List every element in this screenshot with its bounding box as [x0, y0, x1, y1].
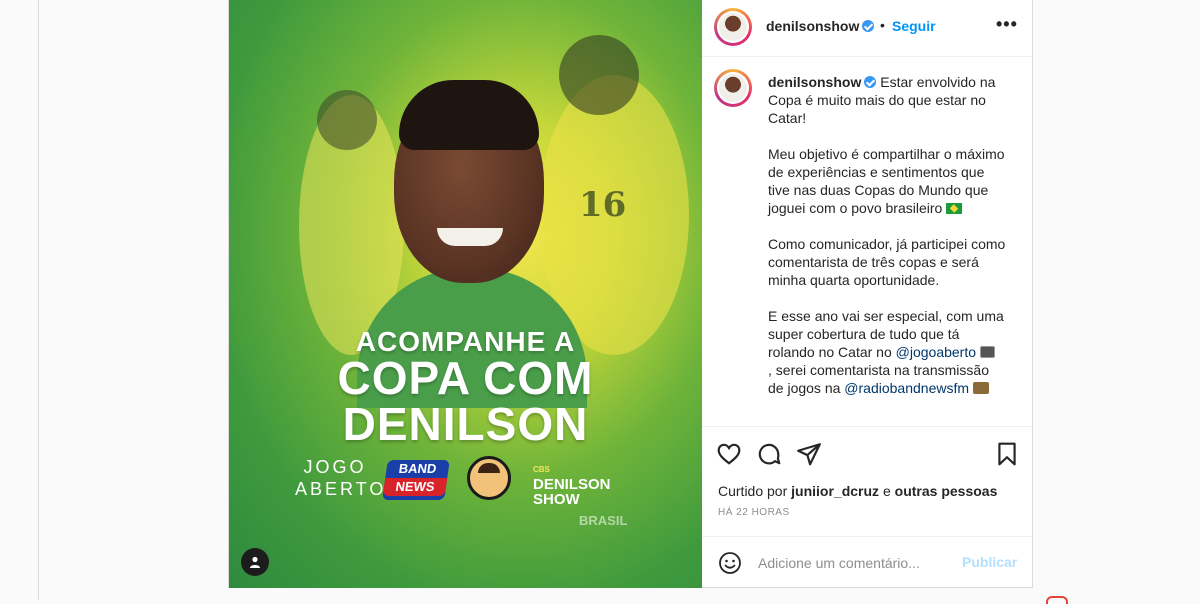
header-username-link[interactable]: denilsonshow [766, 18, 875, 34]
post-side-panel: denilsonshow • Seguir ••• denilsonshow E… [702, 0, 1032, 588]
bandnews-logo: BAND NEWS [382, 460, 450, 500]
radio-icon [972, 382, 989, 394]
jersey-number: 16 [579, 185, 627, 225]
post-image[interactable]: 16 ACOMPANHE A COPA COM DENILSON JOGO AB… [229, 0, 702, 588]
liked-by-others-link[interactable]: outras pessoas [895, 483, 998, 499]
corner-notification-icon[interactable] [1046, 596, 1068, 604]
player-head-right [559, 35, 639, 115]
post-actions: Curtido por juniior_dcruz e outras pesso… [702, 426, 1032, 537]
tagged-users-button[interactable] [241, 548, 269, 576]
denilson-show-logo-small: CBS [533, 465, 550, 474]
mention-radiobandnewsfm[interactable]: @radiobandnewsfm [844, 380, 969, 396]
avatar-image [719, 13, 747, 41]
page-left-border [38, 0, 39, 600]
heart-icon[interactable] [716, 441, 742, 467]
follow-button[interactable]: Seguir [892, 18, 936, 34]
user-icon [250, 556, 260, 568]
liked-by-prefix: Curtido por [718, 483, 792, 499]
comment-input[interactable] [758, 551, 948, 575]
caption-avatar[interactable] [714, 69, 752, 107]
denilson-show-logo-text: DENILSON SHOW [533, 476, 611, 508]
more-options-icon[interactable]: ••• [996, 14, 1018, 35]
publish-button[interactable]: Publicar [962, 554, 1017, 570]
comment-icon[interactable] [756, 441, 782, 467]
post-dialog: 16 ACOMPANHE A COPA COM DENILSON JOGO AB… [228, 0, 1033, 588]
avatar[interactable] [714, 8, 752, 46]
sponsor-logos: JOGO ABERTO BAND NEWS CBS DENILSON SHOW [295, 456, 645, 507]
caption-verified-icon [864, 76, 877, 88]
header-username: denilsonshow [766, 18, 860, 34]
post-caption: denilsonshow Estar envolvido na Copa é m… [768, 73, 1008, 397]
mention-jogoaberto[interactable]: @jogoaberto [896, 344, 976, 360]
comment-bar: Publicar [702, 536, 1032, 589]
player-head-left [317, 90, 377, 150]
brazil-flag-icon [946, 203, 963, 214]
headline-line1: COPA COM [337, 352, 594, 404]
tv-icon [979, 346, 995, 358]
bandnews-logo-top: BAND [397, 461, 438, 476]
caption-paragraph-3: Como comunicador, já participei como com… [768, 236, 1010, 288]
portrait-hair [399, 80, 539, 150]
caption-avatar-image [719, 74, 747, 102]
avatar-inner [717, 11, 749, 43]
caption-username[interactable]: denilsonshow [768, 74, 861, 90]
bookmark-icon[interactable] [994, 441, 1020, 467]
liked-by-text: Curtido por juniior_dcruz e outras pesso… [718, 483, 997, 499]
caption-paragraph-2: Meu objetivo é compartilhar o máximo de … [768, 146, 1009, 216]
cartoon-face-logo [467, 456, 511, 500]
caption-area[interactable]: denilsonshow Estar envolvido na Copa é m… [702, 57, 1032, 425]
liked-by-user-link[interactable]: juniior_dcruz [791, 483, 879, 499]
post-header: denilsonshow • Seguir ••• [702, 0, 1032, 57]
separator-dot: • [880, 17, 885, 33]
jogo-aberto-logo: JOGO ABERTO [295, 457, 387, 499]
headline-line2: DENILSON [342, 398, 589, 450]
portrait-smile [437, 228, 503, 246]
post-timestamp[interactable]: HÁ 22 HORAS [718, 507, 790, 518]
bandnews-logo-bottom: NEWS [382, 478, 448, 496]
verified-badge-icon [862, 20, 875, 32]
liked-by-mid: e [879, 483, 895, 499]
emoji-icon[interactable] [718, 551, 742, 575]
share-icon[interactable] [796, 441, 822, 467]
denilson-show-logo: CBS DENILSON SHOW [533, 462, 645, 507]
caption-avatar-inner [717, 72, 749, 104]
brasil-text: BRASIL [579, 513, 628, 528]
